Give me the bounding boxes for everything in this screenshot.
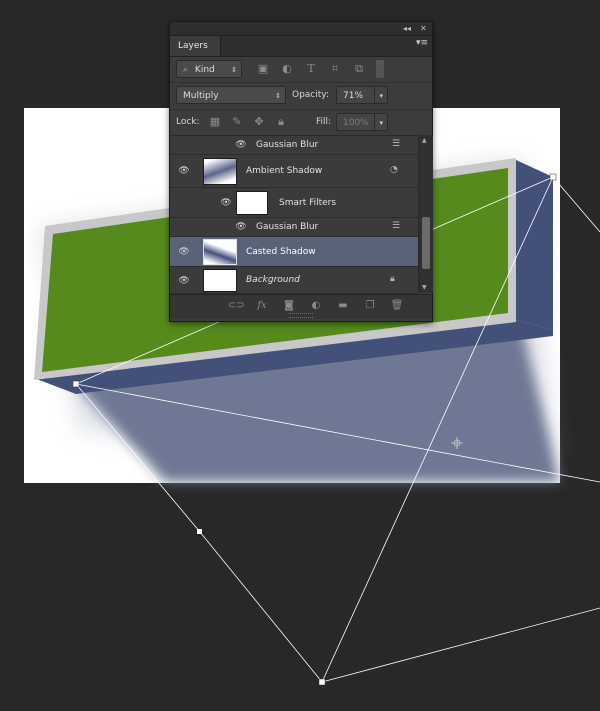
scroll-down-icon[interactable]: ▼ — [422, 284, 427, 291]
link-layers-icon[interactable]: ⊂⊃ — [228, 299, 245, 313]
lock-icon: 🔒︎ — [390, 274, 395, 284]
fill-field[interactable]: 100% ▾ — [336, 113, 388, 132]
adjustment-layer-icon[interactable]: ◐ — [309, 299, 323, 313]
lock-label: Lock: — [176, 117, 200, 127]
new-layer-icon[interactable]: ❐ — [363, 299, 377, 313]
adjustment-filter-icon[interactable]: ◐ — [280, 62, 294, 76]
layer-name: Background — [246, 275, 300, 285]
layers-panel[interactable]: ◂◂ ✕ Layers ▾≡ ⌕ Kind ⇕ ▣ ◐ T ⌗ ⧉ Multip… — [169, 21, 433, 322]
layer-row-casted-shadow[interactable]: 👁︎ Casted Shadow — [170, 237, 418, 267]
eye-icon[interactable]: 👁︎ — [235, 222, 247, 232]
anchor-point[interactable] — [549, 173, 557, 181]
filter-toggle-icon[interactable] — [376, 60, 384, 78]
layer-thumbnail[interactable] — [203, 158, 237, 185]
blend-mode-value: Multiply — [183, 91, 219, 101]
eye-icon[interactable]: 👁︎ — [220, 198, 232, 208]
lock-position-icon[interactable]: ✥ — [252, 115, 266, 129]
fill-value: 100% — [343, 118, 369, 128]
lock-all-icon[interactable]: 🔒︎ — [274, 115, 288, 129]
resize-grip[interactable] — [289, 313, 313, 318]
layer-row-filter[interactable]: 👁︎ Gaussian Blur ☰ — [170, 218, 418, 237]
smart-object-filter-icon[interactable]: ⧉ — [352, 62, 366, 76]
opacity-value: 71% — [343, 91, 364, 101]
opacity-label: Opacity: — [292, 90, 329, 100]
layer-list[interactable]: 👁︎ Gaussian Blur ☰ 👁︎ Ambient Shadow ◔ 👁… — [170, 135, 418, 294]
layer-thumbnail[interactable] — [203, 269, 237, 292]
layer-row-smart-filters[interactable]: 👁︎ Smart Filters — [170, 188, 418, 218]
layer-name: Gaussian Blur — [256, 140, 319, 150]
anchor-point[interactable] — [318, 678, 326, 686]
new-group-icon[interactable]: ▬ — [336, 299, 350, 313]
shape-filter-icon[interactable]: ⌗ — [328, 62, 342, 76]
double-chevron-icon[interactable]: ◂◂ — [403, 22, 411, 35]
layer-list-scrollbar[interactable]: ▲ ▼ — [418, 135, 433, 293]
eye-icon[interactable]: 👁︎ — [178, 247, 190, 257]
eye-icon[interactable]: 👁︎ — [235, 140, 247, 150]
lock-transparent-icon[interactable]: ▦ — [208, 115, 222, 129]
panel-titlebar[interactable]: ◂◂ ✕ — [170, 22, 432, 36]
eye-icon[interactable]: 👁︎ — [178, 166, 190, 176]
image-filter-icon[interactable]: ▣ — [256, 62, 270, 76]
search-icon: ⌕ — [183, 65, 189, 75]
filter-kind-select[interactable]: ⌕ Kind ⇕ — [176, 60, 242, 78]
filter-options-icon[interactable]: ☰ — [392, 221, 400, 231]
stepper-arrows-icon: ⇕ — [275, 92, 281, 100]
add-mask-icon[interactable]: ◙ — [282, 299, 296, 313]
layer-name: Smart Filters — [279, 198, 337, 208]
opacity-field[interactable]: 71% ▾ — [336, 86, 388, 105]
close-icon[interactable]: ✕ — [420, 22, 427, 35]
fill-label: Fill: — [316, 117, 332, 127]
eye-icon[interactable]: 👁︎ — [178, 276, 190, 286]
blend-mode-select[interactable]: Multiply ⇕ — [176, 86, 286, 104]
filter-kind-label: Kind — [194, 65, 215, 75]
smart-filter-badge-icon: ◔ — [390, 165, 398, 175]
chevron-down-icon[interactable]: ▾ — [374, 87, 383, 105]
anchor-point[interactable] — [72, 380, 80, 388]
layer-row-filter[interactable]: 👁︎ Gaussian Blur ☰ — [170, 136, 418, 155]
tab-layers[interactable]: Layers — [170, 36, 221, 56]
layer-row-background[interactable]: 👁︎ Background 🔒︎ — [170, 267, 418, 294]
filter-options-icon[interactable]: ☰ — [392, 139, 400, 149]
chevron-down-icon[interactable]: ▾ — [374, 114, 383, 132]
panel-footer: ⊂⊃ fx ◙ ◐ ▬ ❐ 🗑︎ — [170, 294, 432, 319]
layer-name: Gaussian Blur — [256, 222, 319, 232]
stepper-arrows-icon: ⇕ — [231, 66, 237, 74]
lock-image-icon[interactable]: ✎ — [230, 115, 244, 129]
type-filter-icon[interactable]: T — [304, 62, 318, 76]
layer-name: Ambient Shadow — [246, 166, 323, 176]
layer-name: Casted Shadow — [246, 247, 316, 257]
filter-mask-thumbnail[interactable] — [236, 191, 268, 215]
scroll-up-icon[interactable]: ▲ — [422, 137, 427, 144]
fx-icon[interactable]: fx — [255, 299, 269, 313]
scrollbar-thumb[interactable] — [422, 217, 430, 269]
panel-menu-icon[interactable]: ▾≡ — [416, 38, 428, 48]
trash-icon[interactable]: 🗑︎ — [390, 299, 404, 313]
anchor-point[interactable] — [197, 529, 202, 534]
layer-thumbnail[interactable] — [203, 239, 237, 265]
layer-row-ambient-shadow[interactable]: 👁︎ Ambient Shadow ◔ — [170, 155, 418, 188]
